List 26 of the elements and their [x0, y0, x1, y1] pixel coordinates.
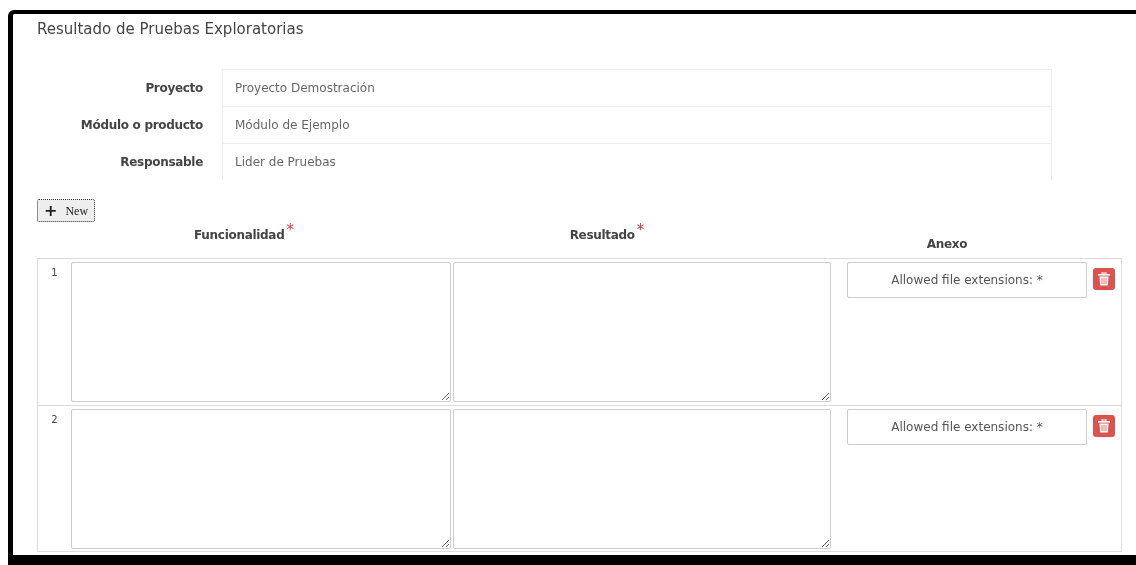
plus-icon: + — [44, 202, 58, 219]
column-header: Funcionalidad — [194, 227, 285, 244]
row-number: 1 — [51, 266, 58, 280]
field-value: Módulo de Ejemplo — [222, 106, 1052, 143]
file-upload-field[interactable]: Allowed file extensions: * — [847, 262, 1087, 298]
column-header: Resultado — [569, 227, 635, 244]
trash-icon — [1098, 419, 1110, 433]
column-header: Anexo — [926, 236, 968, 253]
text-area[interactable] — [453, 262, 831, 402]
field-label: Responsable — [120, 153, 203, 171]
new-button[interactable]: + New — [37, 199, 96, 222]
row-number: 2 — [51, 413, 58, 427]
delete-button[interactable] — [1093, 415, 1115, 437]
delete-button[interactable] — [1093, 268, 1115, 290]
text-area[interactable] — [453, 409, 831, 549]
trash-icon — [1098, 272, 1110, 286]
field-value: Lider de Pruebas — [222, 143, 1052, 180]
field-value: Proyecto Demostración — [222, 69, 1052, 106]
section-title: Resultado de Pruebas Exploratorias — [37, 19, 304, 40]
text-area[interactable] — [71, 409, 451, 549]
file-upload-field[interactable]: Allowed file extensions: * — [847, 409, 1087, 445]
required-mark: * — [636, 224, 645, 236]
field-label: Proyecto — [145, 79, 203, 97]
required-mark: * — [286, 224, 294, 236]
field-label: Módulo o producto — [80, 116, 203, 134]
text-area[interactable] — [71, 262, 451, 402]
